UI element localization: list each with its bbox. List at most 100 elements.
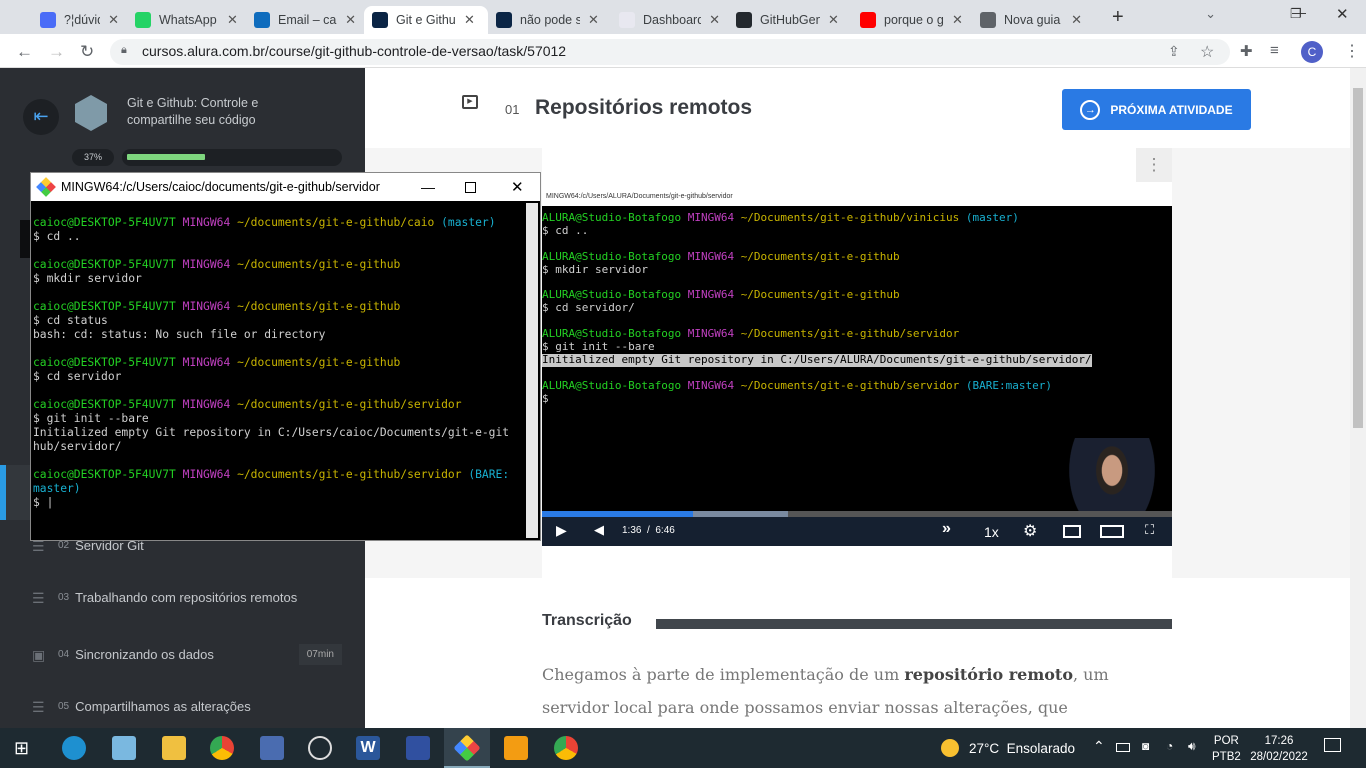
back-icon[interactable]: ← <box>16 42 33 62</box>
close-tab-icon[interactable]: ✕ <box>588 12 599 28</box>
browser-tab[interactable]: GitHubGen ✕ <box>728 6 852 34</box>
terminal-text: $ | <box>33 496 54 509</box>
address-bar[interactable]: cursos.alura.com.br/course/git-github-co… <box>110 39 1230 65</box>
item-label: Sincronizando os dados <box>75 647 214 662</box>
terminal-text: ~/documents/git-e-github <box>237 356 401 369</box>
minimize-icon[interactable]: — <box>421 179 435 195</box>
git-bash-window[interactable]: MINGW64:/c/Users/caioc/documents/git-e-g… <box>30 172 541 541</box>
skip-forward-icon[interactable]: » <box>942 520 951 538</box>
weather-text[interactable]: 27°C Ensolarado <box>969 741 1075 756</box>
terminal-line: $ cd .. <box>33 230 540 244</box>
close-tab-icon[interactable]: ✕ <box>345 12 356 28</box>
browser-tab[interactable]: Nova guia ✕ <box>972 6 1090 34</box>
tab-search-icon[interactable]: ⌄ <box>1205 6 1216 22</box>
video-window-title: MINGW64:/c/Users/ALURA/Documents/git-e-g… <box>542 188 1172 206</box>
sidebar-item[interactable]: ☰ 03 Trabalhando com repositórios remotos <box>32 590 342 605</box>
close-tab-icon[interactable]: ✕ <box>108 12 119 28</box>
lock-icon: 🔒︎ <box>121 44 127 56</box>
browser-tab[interactable]: Dashboard ✕ <box>611 6 728 34</box>
video-player[interactable]: MINGW64:/c/Users/ALURA/Documents/git-e-g… <box>542 188 1172 546</box>
terminal-text: $ cd .. <box>33 230 81 243</box>
browser-tab[interactable]: WhatsApp ✕ <box>127 6 246 34</box>
battery-icon[interactable] <box>1116 743 1130 752</box>
clock[interactable]: 17:26 28/02/2022 <box>1248 733 1310 765</box>
forward-icon[interactable]: → <box>48 42 65 62</box>
next-activity-button[interactable]: → PRÓXIMA ATIVIDADE <box>1062 89 1251 130</box>
terminal-text: MINGW64 <box>687 378 741 392</box>
tab-favicon-icon <box>135 12 151 28</box>
picture-in-picture-icon[interactable] <box>1063 525 1081 538</box>
sidebar-item[interactable]: ☰ 05 Compartilhamos as alterações <box>32 699 342 714</box>
terminal-text: (master) <box>441 216 496 229</box>
terminal-line: Initialized empty Git repository in C:/U… <box>33 426 540 440</box>
more-options-button[interactable]: ⋮ <box>1136 148 1172 182</box>
close-tab-icon[interactable]: ✕ <box>828 12 839 28</box>
bash-terminal[interactable]: caioc@DESKTOP-5F4UV7T MINGW64 ~/document… <box>31 201 540 510</box>
media-control-icon[interactable]: ≡ <box>1270 42 1279 59</box>
list-icon: ☰ <box>32 698 45 715</box>
close-tab-icon[interactable]: ✕ <box>709 12 720 28</box>
maximize-icon[interactable] <box>465 181 476 193</box>
terminal-text: caioc@DESKTOP-5F4UV7T <box>33 356 183 369</box>
volume-icon[interactable]: 🔊︎ <box>1188 739 1196 754</box>
menu-icon[interactable]: ⋮ <box>1344 41 1360 61</box>
profile-avatar[interactable]: C <box>1301 41 1323 63</box>
close-window-icon[interactable]: ✕ <box>1336 5 1349 23</box>
restore-icon[interactable]: ❐ <box>1290 6 1302 22</box>
wifi-icon[interactable]: ◔ <box>1166 739 1173 753</box>
edge-icon[interactable] <box>62 736 86 760</box>
word-icon[interactable]: W <box>356 736 380 760</box>
extensions-icon[interactable]: ✚ <box>1240 42 1253 60</box>
reload-icon[interactable]: ↻ <box>80 42 94 62</box>
terminal-scrollbar[interactable] <box>526 203 538 538</box>
theater-mode-icon[interactable] <box>1100 525 1124 538</box>
browser-tab[interactable]: ?¦dúvidas ✕ <box>32 6 127 34</box>
terminal-text: ALURA@Studio-Botafogo <box>542 288 688 302</box>
terminal-text: $ git init --bare <box>33 412 149 425</box>
start-windows-icon[interactable]: ⊞ <box>14 738 29 759</box>
chrome-profile-icon[interactable] <box>554 736 578 760</box>
terminal-text: ALURA@Studio-Botafogo <box>542 249 688 263</box>
close-tab-icon[interactable]: ✕ <box>464 12 475 28</box>
language-indicator[interactable]: POR PTB2 <box>1212 733 1241 765</box>
obs-icon[interactable] <box>308 736 332 760</box>
new-tab-button[interactable]: + <box>1112 6 1124 29</box>
show-hidden-icons[interactable]: ⌃ <box>1093 738 1105 755</box>
share-icon[interactable]: ⇪ <box>1168 43 1180 60</box>
terminal-text: (BARE:master) <box>965 378 1052 392</box>
browser-tab[interactable]: Email – caioc ✕ <box>246 6 364 34</box>
remote-app-icon[interactable] <box>260 736 284 760</box>
terminal-text: caioc@DESKTOP-5F4UV7T <box>33 258 183 271</box>
terminal-line: caioc@DESKTOP-5F4UV7T MINGW64 ~/document… <box>33 258 540 272</box>
browser-tab[interactable]: não pode ser ✕ <box>488 6 611 34</box>
browser-tab[interactable]: porque o git ✕ <box>852 6 972 34</box>
collapse-sidebar-button[interactable]: ⇤ <box>23 99 59 135</box>
browser-tab[interactable]: Git e Github ✕ <box>364 6 488 34</box>
video-terminal: ALURA@Studio-Botafogo MINGW64 ~/Document… <box>542 211 1092 406</box>
page-scrollbar[interactable] <box>1350 68 1366 728</box>
screen-app-icon[interactable] <box>406 736 430 760</box>
fullscreen-icon[interactable]: ⛶ <box>1145 522 1154 538</box>
close-tab-icon[interactable]: ✕ <box>1071 12 1082 28</box>
sublime-icon[interactable] <box>504 736 528 760</box>
bookmark-star-icon[interactable]: ☆ <box>1200 42 1214 62</box>
volume-icon[interactable]: ◀ <box>594 522 604 538</box>
play-icon[interactable]: ▶ <box>556 522 567 539</box>
sidebar-item[interactable]: ▣ 04 Sincronizando os dados 07min <box>32 644 342 665</box>
playback-speed[interactable]: 1x <box>984 524 999 540</box>
close-icon[interactable]: ✕ <box>511 178 524 196</box>
window-titlebar[interactable]: MINGW64:/c/Users/caioc/documents/git-e-g… <box>31 173 540 201</box>
settings-gear-icon[interactable]: ⚙ <box>1023 521 1037 541</box>
chrome-icon[interactable] <box>210 736 234 760</box>
terminal-text: MINGW64 <box>182 356 238 369</box>
camera-icon[interactable]: ◙ <box>1142 739 1149 753</box>
close-tab-icon[interactable]: ✕ <box>952 12 963 28</box>
notes-app-icon[interactable] <box>112 736 136 760</box>
close-tab-icon[interactable]: ✕ <box>227 12 238 28</box>
url-text: cursos.alura.com.br/course/git-github-co… <box>142 43 567 59</box>
notifications-icon[interactable] <box>1324 738 1341 752</box>
terminal-line: $ <box>542 392 1092 406</box>
file-explorer-icon[interactable] <box>162 736 186 760</box>
